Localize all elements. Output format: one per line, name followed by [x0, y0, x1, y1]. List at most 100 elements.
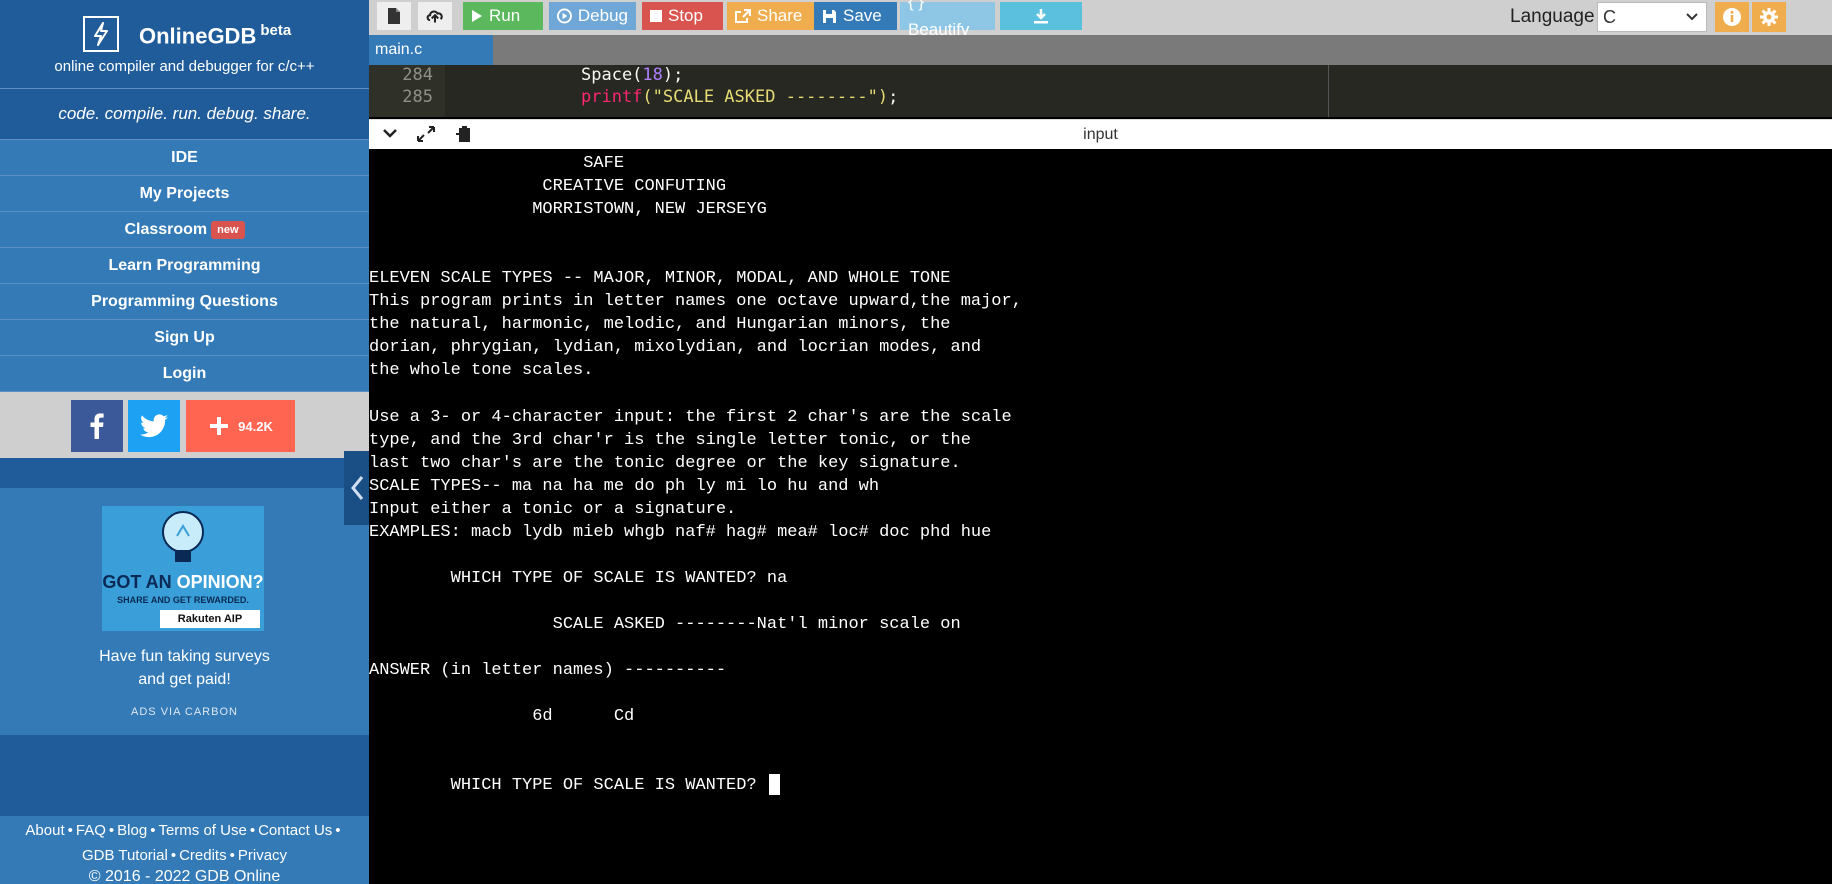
- footer-link-about[interactable]: About: [25, 822, 64, 839]
- console-line: 6d Cd: [369, 707, 635, 727]
- code-line: Space(18);: [581, 65, 684, 85]
- console-line: ELEVEN SCALE TYPES -- MAJOR, MINOR, MODA…: [369, 269, 951, 289]
- sidebar-nav: IDE My Projects Classroom new Learn Progr…: [0, 140, 369, 392]
- language-label: Language: [1510, 6, 1595, 27]
- save-button[interactable]: Save: [814, 2, 897, 30]
- console-line: MORRISTOWN, NEW JERSEYG: [369, 200, 767, 220]
- facebook-button[interactable]: [71, 400, 123, 452]
- chevron-down-icon: [1686, 3, 1698, 39]
- footer-links-1: About • FAQ • Blog • Terms of Use • Contact Us •: [25, 822, 341, 839]
- line-number: 284: [402, 65, 433, 85]
- stop-icon: [650, 10, 662, 22]
- ad-text[interactable]: Have fun taking surveys and get paid!: [0, 645, 369, 691]
- file-tab-bar: main.c: [369, 35, 1832, 65]
- floppy-icon: [823, 9, 836, 23]
- print-margin: [1328, 65, 1329, 117]
- sidebar-item-sign-up[interactable]: Sign Up: [0, 320, 369, 356]
- footer-link-terms[interactable]: Terms of Use: [158, 822, 246, 839]
- console-line: type, and the 3rd char'r is the single l…: [369, 430, 971, 450]
- sidebar-item-learn-programming[interactable]: Learn Programming: [0, 248, 369, 284]
- share-icon: [735, 9, 751, 23]
- facebook-icon: [90, 413, 104, 439]
- upload-button[interactable]: [418, 2, 452, 30]
- language-select[interactable]: C: [1597, 2, 1707, 32]
- console-line: This program prints in letter names one …: [369, 292, 1022, 312]
- chevron-left-icon: [350, 476, 363, 500]
- footer-link-credits[interactable]: Credits: [179, 847, 227, 864]
- brand-name[interactable]: OnlineGDB beta: [139, 22, 291, 49]
- ad-image[interactable]: GOT AN OPINION? SHARE AND GET REWARDED. …: [102, 506, 264, 631]
- info-button[interactable]: [1715, 2, 1749, 32]
- tab-main-c[interactable]: main.c: [369, 35, 493, 65]
- new-file-button[interactable]: [377, 2, 411, 30]
- footer: About • FAQ • Blog • Terms of Use • Contact Us • …: [0, 816, 369, 884]
- twitter-icon: [140, 414, 168, 438]
- brand-tagline: online compiler and debugger for c/c++: [54, 58, 315, 75]
- debug-button[interactable]: Debug: [549, 2, 636, 30]
- download-button[interactable]: [1000, 2, 1082, 30]
- sidebar-item-my-projects[interactable]: My Projects: [0, 176, 369, 212]
- stop-button[interactable]: Stop: [642, 2, 723, 30]
- io-panel-header: input: [369, 119, 1832, 150]
- motto: code. compile. run. debug. share.: [0, 89, 369, 140]
- editor-gutter: 284 285: [369, 65, 445, 117]
- console-line: Input either a tonic or a signature.: [369, 499, 737, 519]
- brand-beta: beta: [260, 22, 292, 39]
- console-line: the natural, harmonic, melodic, and Hung…: [369, 315, 951, 335]
- language-value: C: [1603, 7, 1616, 27]
- ad-block: GOT AN OPINION? SHARE AND GET REWARDED. …: [0, 488, 369, 735]
- settings-button[interactable]: [1752, 2, 1786, 32]
- lightning-logo-icon[interactable]: [83, 16, 119, 52]
- social-bar: 94.2K: [0, 392, 369, 458]
- console-line: SCALE ASKED --------Nat'l minor scale on: [369, 615, 961, 634]
- console-line: WHICH TYPE OF SCALE IS WANTED? na: [369, 568, 788, 588]
- cloud-upload-icon: [426, 10, 443, 23]
- share-button[interactable]: Share: [727, 2, 815, 30]
- console-cursor: [768, 774, 780, 796]
- footer-link-gdb-tutorial[interactable]: GDB Tutorial: [82, 847, 168, 864]
- file-icon: [388, 8, 400, 24]
- ad-headline: GOT AN OPINION?: [102, 572, 264, 592]
- footer-links-2: GDB Tutorial • Credits • Privacy: [81, 847, 288, 864]
- twitter-button[interactable]: [128, 400, 180, 452]
- download-icon: [1034, 9, 1048, 24]
- footer-link-privacy[interactable]: Privacy: [238, 847, 287, 864]
- sidebar: OnlineGDB beta online compiler and debugg…: [0, 0, 369, 884]
- footer-link-blog[interactable]: Blog: [117, 822, 147, 839]
- sidebar-item-login[interactable]: Login: [0, 356, 369, 392]
- debug-play-icon: [557, 8, 572, 24]
- console-line: last two char's are the tonic degree or …: [369, 453, 961, 473]
- collapse-sidebar-button[interactable]: [344, 451, 369, 525]
- plus-icon: [210, 417, 229, 435]
- lightbulb-icon: [162, 511, 204, 562]
- beautify-button[interactable]: { } Beautify: [900, 0, 995, 39]
- gear-icon: [1760, 8, 1778, 26]
- footer-link-contact[interactable]: Contact Us: [258, 822, 332, 839]
- copyright: © 2016 - 2022 GDB Online: [88, 868, 281, 884]
- share-count-button[interactable]: 94.2K: [186, 400, 295, 452]
- run-button[interactable]: Run: [463, 2, 543, 30]
- ads-via-carbon[interactable]: ADS VIA CARBON: [0, 706, 369, 718]
- ad-brand: Rakuten AIP: [160, 610, 260, 628]
- console-line: CREATIVE CONFUTING: [369, 177, 727, 197]
- sidebar-item-ide[interactable]: IDE: [0, 140, 369, 176]
- footer-link-faq[interactable]: FAQ: [76, 822, 106, 839]
- console-line: ANSWER (in letter names) ----------: [369, 661, 727, 681]
- console-line: Use a 3- or 4-character input: the first…: [369, 407, 1012, 427]
- console-line: SCALE TYPES-- ma na ha me do ph ly mi lo…: [369, 476, 880, 496]
- sidebar-item-classroom[interactable]: Classroom new: [0, 212, 369, 248]
- console-line: the whole tone scales.: [369, 361, 594, 381]
- console-line: SAFE: [369, 154, 625, 173]
- new-badge: new: [211, 220, 245, 239]
- console-line: WHICH TYPE OF SCALE IS WANTED?: [369, 774, 780, 797]
- play-icon: [472, 10, 482, 22]
- sidebar-item-label: Classroom: [124, 221, 208, 238]
- toolbar: Run Debug Stop Share Save { } Beautify L…: [369, 0, 1832, 39]
- code-editor[interactable]: 284 285 Space(18); printf("SCALE ASKED -…: [369, 65, 1832, 117]
- console-output[interactable]: SAFE CREATIVE CONFUTING MORRISTOWN, NEW …: [369, 149, 1832, 884]
- sidebar-item-programming-questions[interactable]: Programming Questions: [0, 284, 369, 320]
- share-count: 94.2K: [238, 418, 273, 434]
- editor-fold-gutter: [445, 65, 493, 117]
- code-line: printf("SCALE ASKED --------");: [581, 87, 899, 107]
- console-line: dorian, phrygian, lydian, mixolydian, an…: [369, 338, 982, 358]
